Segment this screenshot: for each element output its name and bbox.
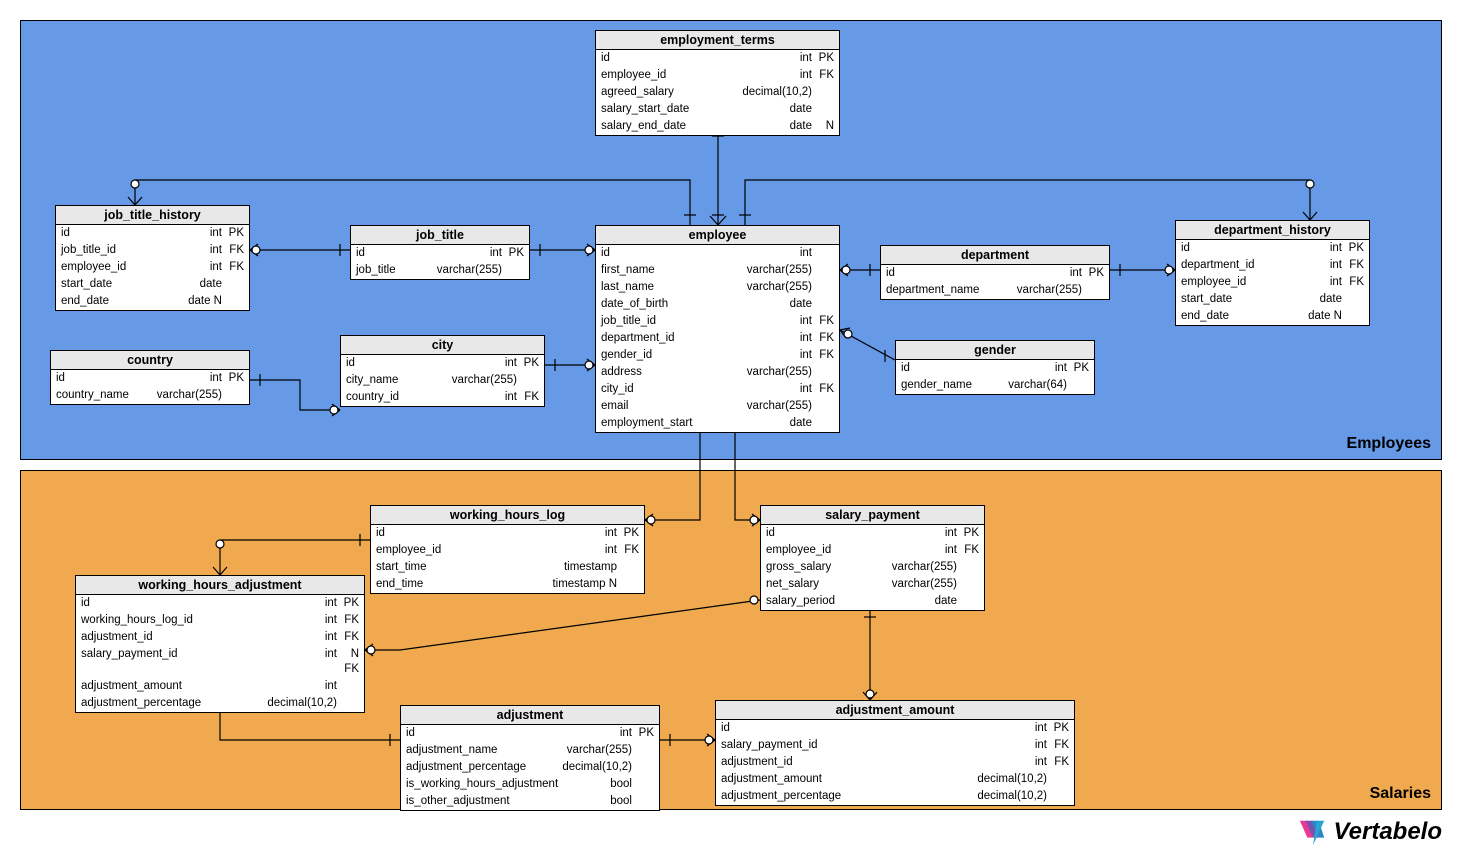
table-salary-payment[interactable]: salary_payment idintPK employee_idintFK … (760, 505, 985, 611)
table-title: employee (596, 226, 839, 245)
table-title: gender (896, 341, 1094, 360)
table-country[interactable]: country idintPK country_namevarchar(255) (50, 350, 250, 405)
table-adjustment-amount[interactable]: adjustment_amount idintPK salary_payment… (715, 700, 1075, 806)
table-job-title[interactable]: job_title idintPK job_titlevarchar(255) (350, 225, 530, 280)
table-gender[interactable]: gender idintPK gender_namevarchar(64) (895, 340, 1095, 395)
table-title: department_history (1176, 221, 1369, 240)
vertabelo-logo-text: Vertabelo (1334, 818, 1442, 846)
table-title: working_hours_adjustment (76, 576, 364, 595)
table-employment-terms[interactable]: employment_terms idintPK employee_idintF… (595, 30, 840, 136)
table-title: employment_terms (596, 31, 839, 50)
table-title: adjustment (401, 706, 659, 725)
subject-area-employees-label: Employees (1347, 435, 1431, 453)
table-working-hours-adjustment[interactable]: working_hours_adjustment idintPK working… (75, 575, 365, 713)
er-diagram-canvas: Employees Salaries (0, 0, 1462, 857)
table-job-title-history[interactable]: job_title_history idintPK job_title_idin… (55, 205, 250, 311)
table-title: salary_payment (761, 506, 984, 525)
subject-area-salaries-label: Salaries (1370, 785, 1431, 803)
table-title: job_title_history (56, 206, 249, 225)
vertabelo-logo-icon (1298, 817, 1328, 847)
table-working-hours-log[interactable]: working_hours_log idintPK employee_idint… (370, 505, 645, 594)
table-department[interactable]: department idintPK department_namevarcha… (880, 245, 1110, 300)
table-title: country (51, 351, 249, 370)
table-title: adjustment_amount (716, 701, 1074, 720)
table-employee[interactable]: employee idint first_namevarchar(255) la… (595, 225, 840, 433)
table-title: department (881, 246, 1109, 265)
table-adjustment[interactable]: adjustment idintPK adjustment_namevarcha… (400, 705, 660, 811)
table-title: job_title (351, 226, 529, 245)
table-title: city (341, 336, 544, 355)
vertabelo-logo: Vertabelo (1298, 817, 1442, 847)
table-title: working_hours_log (371, 506, 644, 525)
table-department-history[interactable]: department_history idintPK department_id… (1175, 220, 1370, 326)
table-city[interactable]: city idintPK city_namevarchar(255) count… (340, 335, 545, 407)
